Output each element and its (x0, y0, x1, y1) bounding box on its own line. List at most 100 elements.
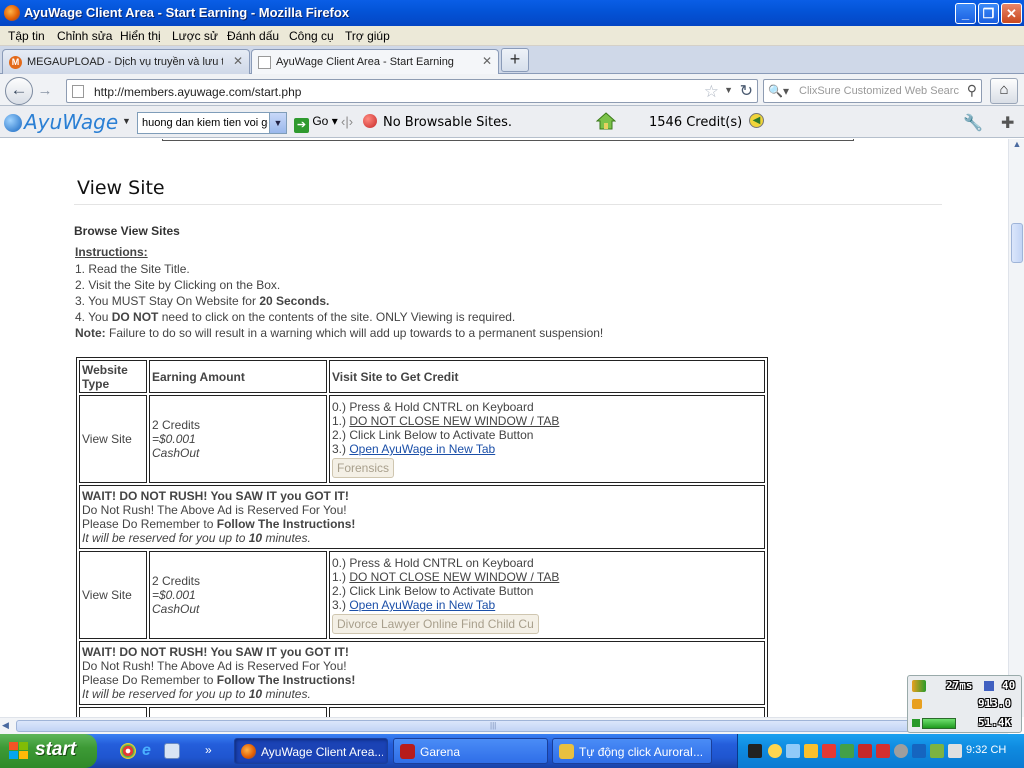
window-titlebar: AyuWage Client Area - Start Earning - Mo… (0, 0, 1024, 26)
menu-view[interactable]: Hiển thị (120, 29, 161, 43)
tab-megaupload[interactable]: M MEGAUPLOAD - Dịch vụ truyền và lưu tr.… (2, 49, 250, 74)
step-text: 2.) Click Link Below to Activate Button (332, 584, 534, 598)
refresh-credits-icon[interactable]: ◀ (749, 113, 764, 128)
page-content: View Site Browse View Sites Instructions… (0, 139, 1008, 717)
menu-file[interactable]: Tập tin (8, 29, 45, 43)
close-button[interactable]: ✕ (1001, 3, 1022, 24)
taskbar-button-label: Tự động click AuroraI... (579, 745, 704, 759)
site-visit-button[interactable]: Divorce Lawyer Online Find Child Cu (332, 614, 539, 634)
start-button[interactable]: start (0, 734, 97, 768)
back-button[interactable]: ← (5, 77, 33, 105)
quicklaunch-more-icon[interactable]: » (205, 743, 212, 757)
tray-folder-icon[interactable] (804, 744, 818, 758)
site-visit-button[interactable]: Forensics (332, 458, 395, 478)
minimize-button[interactable]: _ (955, 3, 976, 24)
tray-emoticon-icon[interactable] (768, 744, 782, 758)
taskbar-clock[interactable]: 9:32 CH (966, 744, 1006, 756)
horizontal-scrollbar[interactable]: ◀ ||| (0, 717, 1008, 734)
chevron-down-icon[interactable]: ▼ (122, 116, 131, 126)
step-text: 0.) Press & Hold CNTRL on Keyboard (332, 400, 534, 414)
new-tab-button[interactable]: + (501, 48, 529, 72)
home-icon: ⌂ (999, 81, 1009, 98)
tray-settings-icon[interactable] (894, 744, 908, 758)
ayuwage-logo[interactable]: AyuWage (4, 110, 118, 134)
tray-app-icon[interactable] (748, 744, 762, 758)
credits-count[interactable]: 1546 Credit(s) (649, 115, 742, 130)
menu-edit[interactable]: Chỉnh sửa (57, 29, 112, 43)
scroll-left-icon[interactable]: ◀ (2, 720, 9, 731)
vertical-scrollbar[interactable]: ▲ (1008, 139, 1024, 717)
toolbar-search-input[interactable]: huong dan kiem tien voi go ▼ (137, 112, 287, 134)
usage-bar (922, 718, 956, 729)
start-label: start (35, 739, 77, 760)
forward-button[interactable]: → (34, 82, 56, 102)
open-ayuwage-link[interactable]: Open AyuWage in New Tab (349, 442, 495, 456)
tab-close-icon[interactable]: ✕ (482, 54, 492, 68)
wait-notice-row: WAIT! DO NOT RUSH! You SAW IT you GOT IT… (79, 641, 765, 705)
step-text: 1.) DO NOT CLOSE NEW WINDOW / TAB (332, 414, 560, 428)
wait-text: Do Not Rush! The Above Ad is Reserved Fo… (82, 659, 347, 673)
tray-globe-icon[interactable] (840, 744, 854, 758)
menu-history[interactable]: Lược sử (172, 29, 218, 43)
visit-instructions: 0.) Press & Hold CNTRL on Keyboard 1.) D… (329, 395, 765, 483)
tray-sync-icon[interactable] (930, 744, 944, 758)
url-bar[interactable]: http://members.ayuwage.com/start.php ☆ ▼… (66, 79, 758, 103)
column-header: Earning Amount (149, 360, 327, 393)
browse-heading: Browse View Sites (74, 224, 180, 238)
count-value: 40 (1002, 679, 1016, 692)
taskbar-button-autoclick[interactable]: Tự động click AuroraI... (552, 738, 712, 764)
show-desktop-icon[interactable] (164, 743, 180, 759)
divider (74, 204, 942, 205)
chevron-down-icon[interactable]: ▼ (724, 85, 733, 95)
add-icon[interactable]: ✚ (1001, 113, 1014, 133)
chrome-icon[interactable] (120, 743, 136, 759)
wait-notice: WAIT! DO NOT RUSH! You SAW IT you GOT IT… (79, 485, 765, 549)
ayuwage-toolbar: AyuWage ▼ huong dan kiem tien voi go ▼ ➔… (0, 106, 1024, 138)
chevron-down-icon[interactable]: ▼ (269, 113, 286, 133)
tab-label: MEGAUPLOAD - Dịch vụ truyền và lưu tr... (27, 56, 223, 68)
reload-icon[interactable]: ↻ (740, 81, 753, 101)
garena-icon (400, 744, 415, 759)
internet-explorer-icon[interactable]: e (142, 743, 158, 759)
wait-text: Please Do Remember to Follow The Instruc… (82, 673, 356, 687)
tray-network-icon[interactable] (786, 744, 800, 758)
tray-v-icon[interactable] (822, 744, 836, 758)
tab-ayuwage[interactable]: AyuWage Client Area - Start Earning ✕ (251, 49, 499, 75)
web-search-box[interactable]: 🔍▾ ClixSure Customized Web Search ⚲ (763, 79, 982, 103)
open-ayuwage-link[interactable]: Open AyuWage in New Tab (349, 598, 495, 612)
wrench-icon[interactable]: 🔧 (963, 113, 983, 133)
scroll-up-icon[interactable]: ▲ (1010, 139, 1024, 155)
go-button[interactable]: ➔ Go ▾ (294, 114, 338, 133)
tray-antivirus-icon[interactable] (858, 744, 872, 758)
tab-label: AyuWage Client Area - Start Earning (276, 56, 454, 68)
separator-icon: ‹|› (341, 114, 354, 129)
scroll-thumb[interactable] (1011, 223, 1023, 263)
url-text[interactable]: http://members.ayuwage.com/start.php (94, 85, 301, 99)
toolbar-search-value[interactable]: huong dan kiem tien voi go (142, 117, 268, 129)
tray-bluetooth-icon[interactable] (912, 744, 926, 758)
header-frame (162, 139, 854, 141)
taskbar-button-garena[interactable]: Garena (393, 738, 548, 764)
menu-help[interactable]: Trợ giúp (345, 29, 390, 43)
tab-close-icon[interactable]: ✕ (233, 54, 243, 68)
website-type: View Site (79, 551, 147, 639)
firefox-icon (4, 5, 20, 21)
home-button[interactable]: ⌂ (990, 78, 1018, 104)
taskbar-button-firefox[interactable]: AyuWage Client Area... (234, 738, 388, 764)
wait-text: It will be reserved for you up to 10 min… (82, 687, 311, 701)
instruction-item: 3. You MUST Stay On Website for 20 Secon… (75, 294, 330, 308)
bookmark-star-icon[interactable]: ☆ (704, 82, 719, 102)
menu-bookmarks[interactable]: Đánh dấu (227, 29, 279, 43)
wait-notice-row: WAIT! DO NOT RUSH! You SAW IT you GOT IT… (79, 485, 765, 549)
browsable-sites-status[interactable]: No Browsable Sites. (363, 114, 512, 130)
search-engine-icon[interactable]: 🔍▾ (768, 84, 789, 98)
table-row: View Site 2 Credits =$0.001 CashOut 0.) … (79, 395, 765, 483)
search-icon[interactable]: ⚲ (967, 82, 977, 99)
house-icon[interactable] (596, 111, 616, 131)
earning-amount (149, 707, 327, 717)
menu-tools[interactable]: Công cụ (289, 29, 334, 43)
maximize-button[interactable]: ❐ (978, 3, 999, 24)
volume-icon[interactable] (948, 744, 962, 758)
network-meter-widget[interactable]: 27ms 40 913.0 51.4K (907, 675, 1022, 733)
tray-adobe-icon[interactable] (876, 744, 890, 758)
